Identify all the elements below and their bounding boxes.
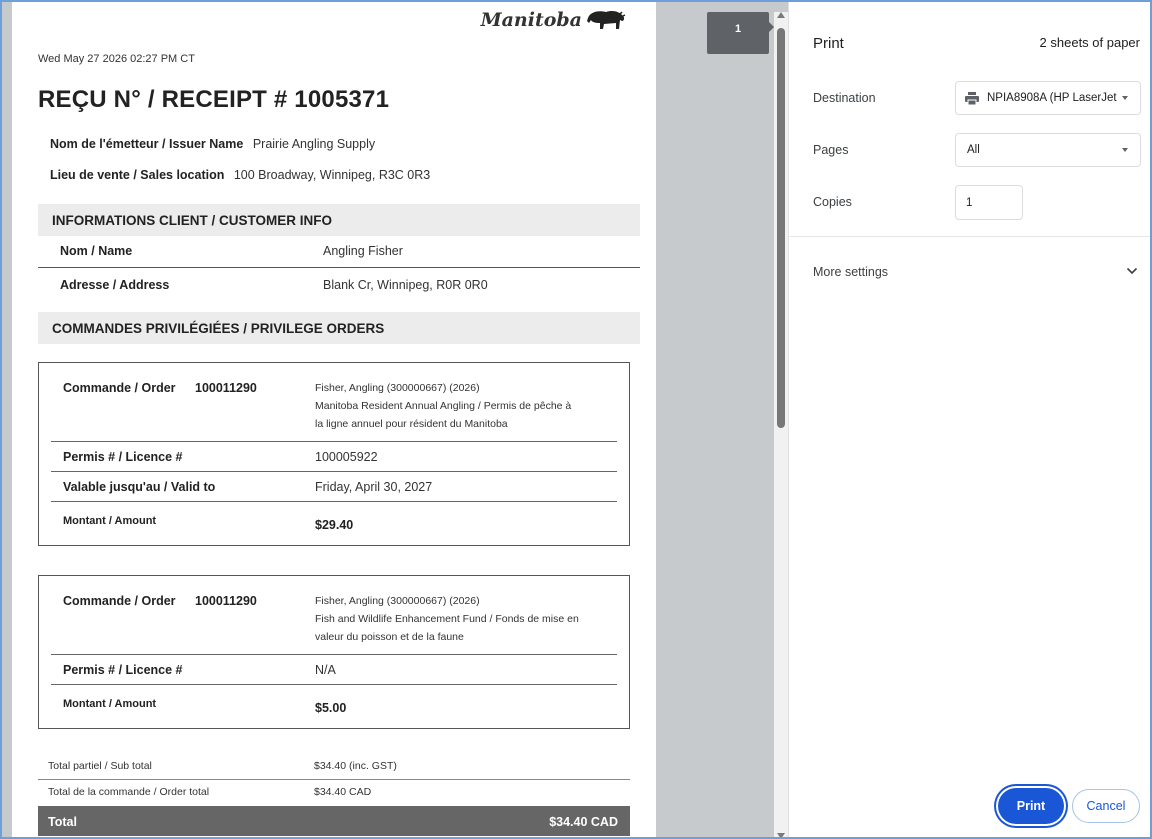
orders-section-header: COMMANDES PRIVILÉGIÉES / PRIVILEGE ORDER…	[38, 312, 640, 344]
copies-label: Copies	[813, 195, 852, 209]
scroll-down-arrow-icon[interactable]	[777, 833, 785, 837]
order-header: Commande / Order 100011290 Fisher, Angli…	[39, 363, 629, 441]
amount-row: Montant / Amount $29.40	[51, 501, 617, 545]
licence-row: Permis # / Licence # 100005922	[51, 441, 617, 471]
licence-label: Permis # / Licence #	[63, 450, 183, 464]
panel-divider	[789, 236, 1150, 237]
pages-label: Pages	[813, 143, 849, 157]
chevron-down-icon	[1122, 96, 1128, 100]
order-number: 100011290	[195, 381, 257, 395]
customer-address-value: Blank Cr, Winnipeg, R0R 0R0	[323, 278, 488, 292]
order-card: Commande / Order 100011290 Fisher, Angli…	[38, 362, 630, 546]
licence-value: 100005922	[315, 450, 378, 464]
subtotal-row: Total partiel / Sub total $34.40 (inc. G…	[38, 760, 630, 780]
scroll-up-arrow-icon[interactable]	[777, 12, 785, 18]
scroll-thumb[interactable]	[777, 28, 785, 428]
print-dialog-window: Manitoba Wed May 27 2026 02:27 PM CT REÇ…	[0, 0, 1152, 839]
destination-label: Destination	[813, 91, 876, 105]
amount-value: $29.40	[315, 518, 354, 532]
subtotal-label: Total partiel / Sub total	[48, 760, 152, 772]
order-header: Commande / Order 100011290 Fisher, Angli…	[39, 576, 629, 654]
amount-value: $5.00	[315, 701, 347, 715]
page-number-badge[interactable]: 1	[707, 12, 769, 54]
destination-value: NPIA8908A (HP LaserJet	[987, 92, 1117, 104]
valid-to-label: Valable jusqu'au / Valid to	[63, 480, 216, 494]
order-description: Fisher, Angling (300000667) (2026) Fish …	[315, 592, 615, 646]
order-total-value: $34.40 CAD	[314, 786, 372, 798]
location-row: Lieu de vente / Sales location 100 Broad…	[50, 168, 430, 182]
subtotal-value: $34.40 (inc. GST)	[314, 760, 397, 772]
order-number: 100011290	[195, 594, 257, 608]
grand-total-value: $34.40 CAD	[549, 815, 618, 829]
amount-label: Montant / Amount	[63, 698, 157, 710]
grand-total-bar: Total $34.40 CAD	[38, 806, 630, 836]
chevron-down-icon[interactable]	[1126, 267, 1138, 275]
pages-value: All	[967, 144, 980, 156]
grand-total-label: Total	[48, 815, 77, 829]
order-label: Commande / Order	[63, 381, 176, 395]
copies-input[interactable]: 1	[955, 185, 1023, 220]
order-label: Commande / Order	[63, 594, 176, 608]
customer-name-row: Nom / Name Angling Fisher	[38, 234, 640, 268]
panel-title: Print	[813, 35, 844, 52]
manitoba-logo: Manitoba	[481, 9, 626, 31]
brand-text: Manitoba	[480, 9, 582, 31]
issuer-label: Nom de l'émetteur / Issuer Name	[50, 137, 244, 151]
order-card: Commande / Order 100011290 Fisher, Angli…	[38, 575, 630, 729]
issuer-row: Nom de l'émetteur / Issuer Name Prairie …	[50, 137, 375, 151]
amount-row: Montant / Amount $5.00	[51, 684, 617, 728]
issuer-value: Prairie Angling Supply	[252, 137, 376, 151]
customer-address-label: Adresse / Address	[60, 278, 170, 292]
order-desc-line: la ligne annuel pour résident du Manitob…	[315, 418, 508, 430]
order-desc-line: Fish and Wildlife Enhancement Fund / Fon…	[315, 613, 579, 625]
valid-to-value: Friday, April 30, 2027	[315, 480, 433, 494]
order-desc-line: Fisher, Angling (300000667) (2026)	[315, 595, 480, 607]
location-value: 100 Broadway, Winnipeg, R3C 0R3	[233, 168, 431, 182]
cancel-button[interactable]: Cancel	[1072, 789, 1140, 823]
order-total-label: Total de la commande / Order total	[48, 786, 210, 798]
print-timestamp: Wed May 27 2026 02:27 PM CT	[38, 53, 195, 65]
amount-label: Montant / Amount	[63, 515, 157, 527]
order-total-row: Total de la commande / Order total $34.4…	[38, 786, 630, 806]
preview-page: Manitoba Wed May 27 2026 02:27 PM CT REÇ…	[12, 2, 656, 837]
chevron-down-icon	[1122, 148, 1128, 152]
more-settings-label[interactable]: More settings	[813, 265, 888, 279]
print-settings-panel: Print 2 sheets of paper Destination NPIA…	[788, 2, 1150, 837]
licence-label: Permis # / Licence #	[63, 663, 183, 677]
order-desc-line: valeur du poisson et de la faune	[315, 631, 464, 643]
order-desc-line: Fisher, Angling (300000667) (2026)	[315, 382, 480, 394]
print-button[interactable]: Print	[998, 788, 1064, 824]
customer-section-header: INFORMATIONS CLIENT / CUSTOMER INFO	[38, 204, 640, 236]
licence-row: Permis # / Licence # N/A	[51, 654, 617, 684]
order-desc-line: Manitoba Resident Annual Angling / Permi…	[315, 400, 572, 412]
order-description: Fisher, Angling (300000667) (2026) Manit…	[315, 379, 615, 433]
preview-scrollbar[interactable]	[774, 12, 788, 837]
customer-name-label: Nom / Name	[60, 244, 133, 258]
valid-to-row: Valable jusqu'au / Valid to Friday, Apri…	[51, 471, 617, 501]
customer-name-value: Angling Fisher	[323, 244, 403, 258]
customer-address-row: Adresse / Address Blank Cr, Winnipeg, R0…	[38, 268, 640, 302]
destination-select[interactable]: NPIA8908A (HP LaserJet	[955, 81, 1141, 115]
licence-value: N/A	[315, 663, 336, 677]
bison-logo-icon	[587, 11, 626, 29]
pages-select[interactable]: All	[955, 133, 1141, 167]
location-label: Lieu de vente / Sales location	[50, 168, 225, 182]
printer-icon	[965, 92, 979, 105]
receipt-title: REÇU N° / RECEIPT # 1005371	[38, 86, 390, 113]
print-preview-area: Manitoba Wed May 27 2026 02:27 PM CT REÇ…	[2, 2, 788, 837]
sheet-count: 2 sheets of paper	[1039, 35, 1140, 50]
